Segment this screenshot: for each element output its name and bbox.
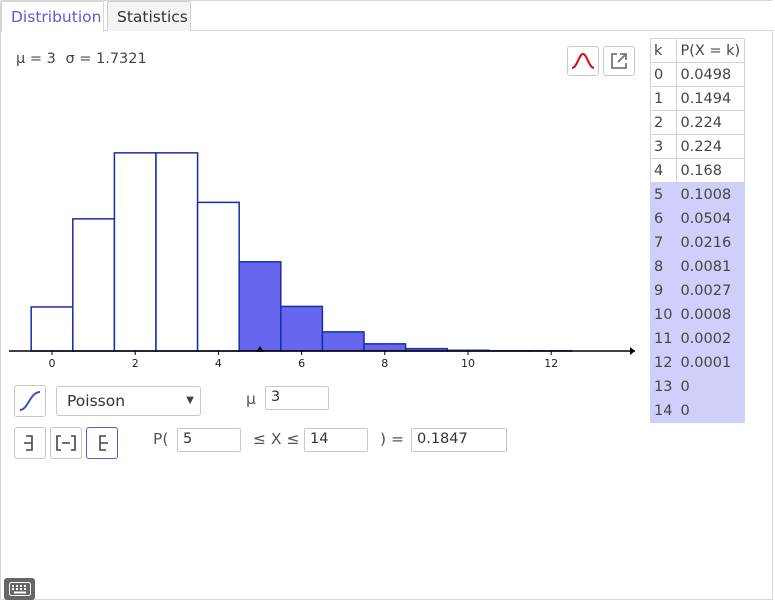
table-row: 11 0.0002	[649, 326, 746, 351]
table-cell-prob: 0.224	[676, 110, 746, 135]
table-cell-k: 5	[649, 182, 678, 207]
table-row: 13 0	[649, 374, 746, 399]
table-cell-prob: 0.224	[676, 134, 746, 159]
table-cell-prob: 0	[676, 374, 746, 399]
histogram-bar	[113, 152, 157, 352]
sigma-text: σ = 1.7321	[65, 51, 147, 67]
x-tick-label: 6	[298, 357, 305, 370]
table-cell-k: 11	[649, 326, 678, 351]
table-cell-k: 2	[649, 110, 678, 135]
table-row: 8 0.0081	[649, 254, 746, 279]
cumulative-toggle-button[interactable]	[14, 385, 46, 417]
table-cell-k: 9	[649, 278, 678, 303]
export-button[interactable]	[603, 46, 635, 76]
probability-calculator: Distribution Statistics μ = 3 σ = 1.7321…	[0, 0, 774, 600]
x-tick-label: 0	[49, 357, 56, 370]
distribution-plot[interactable]: 0 2 4 6 8 10 12	[9, 111, 639, 371]
table-row: 6 0.0504	[649, 206, 746, 231]
table-cell-prob: 0.0216	[676, 230, 746, 255]
histogram-bar	[238, 261, 282, 352]
table-cell-k: 7	[649, 230, 678, 255]
x-axis-arrow	[630, 347, 635, 355]
normal-curve-icon	[571, 52, 595, 69]
histogram-bar	[321, 331, 365, 352]
table-cell-k: 14	[649, 398, 678, 423]
right-sided-icon	[99, 435, 108, 451]
normal-overlay-button[interactable]	[567, 46, 599, 76]
tab-bar: Distribution Statistics	[1, 1, 774, 32]
histogram-bar	[72, 218, 116, 352]
table-cell-prob: 0.0081	[676, 254, 746, 279]
table-cell-k: 12	[649, 350, 678, 375]
le-x-le-label: ≤ X ≤	[253, 430, 300, 448]
histogram-bar	[155, 152, 199, 352]
table-cell-prob: 0	[676, 398, 746, 423]
prob-open-label: P(	[153, 430, 169, 448]
x-tick-label: 4	[215, 357, 222, 370]
param-mu-input[interactable]: 3	[265, 386, 329, 410]
table-cell-prob: 0.168	[676, 158, 746, 183]
export-icon	[611, 53, 627, 69]
table-cell-prob: 0.1494	[676, 86, 746, 111]
table-cell-k: 0	[649, 62, 678, 87]
x-tick-label: 2	[132, 357, 139, 370]
table-cell-k: 3	[649, 134, 678, 159]
header-k: k	[649, 38, 678, 63]
stats-summary: μ = 3 σ = 1.7321	[16, 51, 152, 67]
distribution-selected-value: Poisson	[67, 392, 126, 410]
two-sided-icon	[56, 435, 76, 451]
table-row: 10 0.0008	[649, 302, 746, 327]
param-mu-label: μ	[246, 390, 256, 408]
left-sided-icon	[24, 435, 33, 451]
mean-text: μ = 3	[16, 51, 56, 67]
table-cell-k: 8	[649, 254, 678, 279]
tab-statistics[interactable]: Statistics	[107, 1, 191, 31]
table-row: 2 0.224	[649, 110, 746, 135]
header-prob: P(X = k)	[676, 38, 746, 63]
table-row: 3 0.224	[649, 134, 746, 159]
histogram-bar	[363, 343, 407, 352]
dropdown-caret-icon: ▼	[186, 395, 194, 406]
histogram-bar	[280, 305, 324, 352]
tab-distribution[interactable]: Distribution	[1, 1, 104, 32]
table-row: 0 0.0498	[649, 62, 746, 87]
table-cell-k: 4	[649, 158, 678, 183]
table-row: 9 0.0027	[649, 278, 746, 303]
two-sided-button[interactable]	[50, 427, 82, 459]
table-cell-prob: 0.1008	[676, 182, 746, 207]
close-equals-label: ) =	[380, 430, 404, 448]
table-row: 1 0.1494	[649, 86, 746, 111]
table-cell-k: 10	[649, 302, 678, 327]
table-row: 7 0.0216	[649, 230, 746, 255]
table-row: 14 0	[649, 398, 746, 423]
x-tick-label: 8	[381, 357, 388, 370]
table-cell-prob: 0.0001	[676, 350, 746, 375]
probability-result-field[interactable]: 0.1847	[411, 428, 507, 452]
table-header-row: k P(X = k)	[649, 38, 746, 63]
distribution-select[interactable]: Poisson ▼	[56, 386, 201, 416]
cumulative-curve-icon	[19, 391, 41, 411]
histogram-bar	[196, 201, 240, 352]
left-sided-button[interactable]	[14, 427, 46, 459]
right-sided-button[interactable]	[86, 427, 118, 459]
probability-table: k P(X = k) 0 0.0498 1 0.1494 2 0.224 3 0.224 4 0.…	[649, 38, 746, 423]
x-tick-label: 12	[544, 357, 558, 370]
table-row: 4 0.168	[649, 158, 746, 183]
histogram-bar	[30, 306, 74, 352]
keyboard-button[interactable]	[4, 578, 35, 600]
keyboard-icon	[8, 582, 31, 596]
upper-bound-input[interactable]: 14	[304, 428, 368, 452]
x-tick-label: 10	[461, 357, 475, 370]
table-cell-prob: 0.0498	[676, 62, 746, 87]
table-cell-k: 1	[649, 86, 678, 111]
lower-bound-input[interactable]: 5	[177, 428, 241, 452]
table-cell-prob: 0.0002	[676, 326, 746, 351]
table-cell-prob: 0.0027	[676, 278, 746, 303]
table-row: 5 0.1008	[649, 182, 746, 207]
table-cell-k: 13	[649, 374, 678, 399]
table-cell-prob: 0.0008	[676, 302, 746, 327]
table-cell-k: 6	[649, 206, 678, 231]
table-row: 12 0.0001	[649, 350, 746, 375]
table-cell-prob: 0.0504	[676, 206, 746, 231]
